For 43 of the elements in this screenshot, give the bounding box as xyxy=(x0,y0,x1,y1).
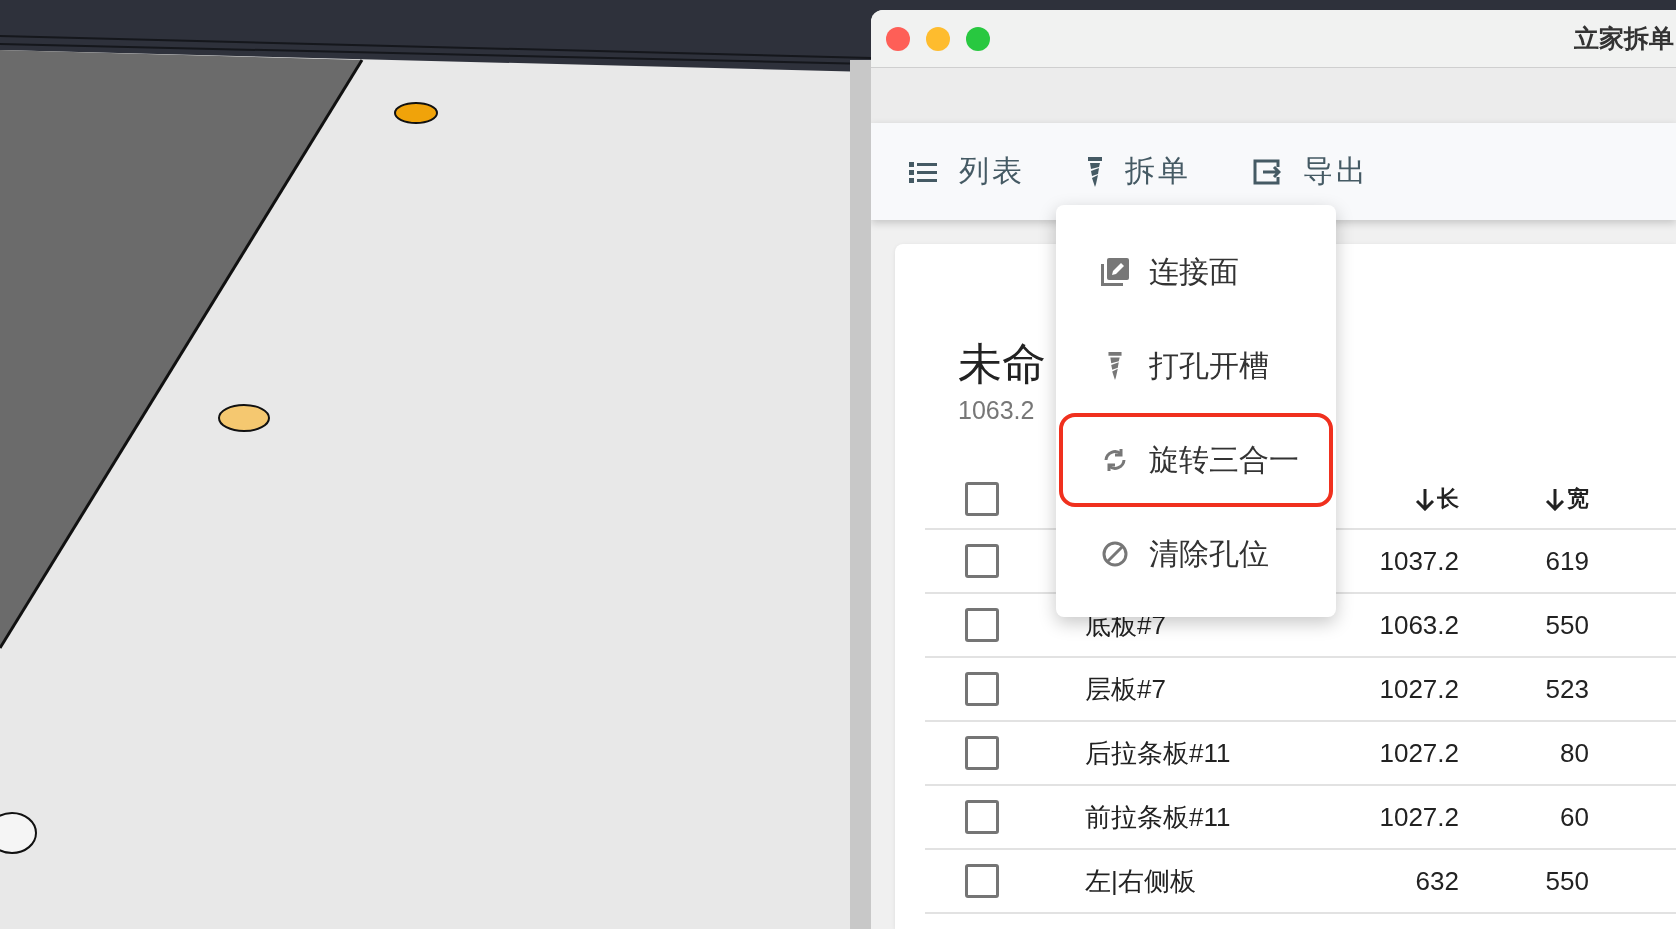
table-cell: 1037.2 xyxy=(1379,545,1459,576)
sort-arrow-icon xyxy=(1415,486,1435,511)
table-cell: 前拉条板#11 xyxy=(1085,801,1231,832)
row-checkbox[interactable] xyxy=(965,544,999,578)
table-cell: 1063.2 xyxy=(1379,609,1459,640)
toolbar-button[interactable]: 拆单 xyxy=(1083,147,1195,196)
table-cell: 60 xyxy=(1560,801,1589,832)
close-button[interactable] xyxy=(886,26,910,51)
row-checkbox[interactable] xyxy=(965,800,999,834)
column-header[interactable]: 宽 xyxy=(1545,483,1589,514)
edit-icon xyxy=(1101,258,1129,286)
drill-bit-icon xyxy=(1087,156,1103,187)
table-cell: 左|右侧板 xyxy=(1085,865,1196,896)
table-cell: 80 xyxy=(1560,737,1589,768)
sort-arrow-icon xyxy=(1545,486,1565,511)
column-header[interactable]: 长 xyxy=(1415,483,1459,514)
table-cell: 层板#7 xyxy=(1085,673,1166,704)
toolbar-button[interactable]: 导出 xyxy=(1249,147,1373,196)
table-cell: 1027.2 xyxy=(1379,737,1459,768)
menu-item[interactable]: 清除孔位 xyxy=(1059,507,1333,601)
prohibited-icon xyxy=(1101,540,1129,568)
list-icon xyxy=(909,159,937,184)
row-checkbox[interactable] xyxy=(965,736,999,770)
table-cell: 550 xyxy=(1545,609,1589,640)
row-checkbox[interactable] xyxy=(965,608,999,642)
menu-item[interactable]: 打孔开槽 xyxy=(1059,319,1333,413)
document-title: 未命 xyxy=(957,338,1046,390)
table-cell: 1027.2 xyxy=(1379,673,1459,704)
table-cell: 632 xyxy=(1415,865,1459,896)
document-subtitle: 1063.2 xyxy=(957,395,1035,426)
select-all-checkbox[interactable] xyxy=(965,482,999,516)
toolbar-button[interactable]: 列表 xyxy=(905,147,1029,196)
table-cell: 619 xyxy=(1545,545,1589,576)
row-checkbox[interactable] xyxy=(965,864,999,898)
row-checkbox[interactable] xyxy=(965,672,999,706)
table-cell: 1027.2 xyxy=(1379,801,1459,832)
export-icon xyxy=(1253,158,1281,185)
table-cell: 523 xyxy=(1545,673,1589,704)
table-cell: 550 xyxy=(1545,865,1589,896)
window-title: 立家拆单 xyxy=(1574,23,1674,54)
table-cell: 后拉条板#11 xyxy=(1085,737,1231,768)
menu-item[interactable]: 连接面 xyxy=(1059,225,1333,319)
menu-item[interactable]: 旋转三合一 xyxy=(1059,413,1333,507)
